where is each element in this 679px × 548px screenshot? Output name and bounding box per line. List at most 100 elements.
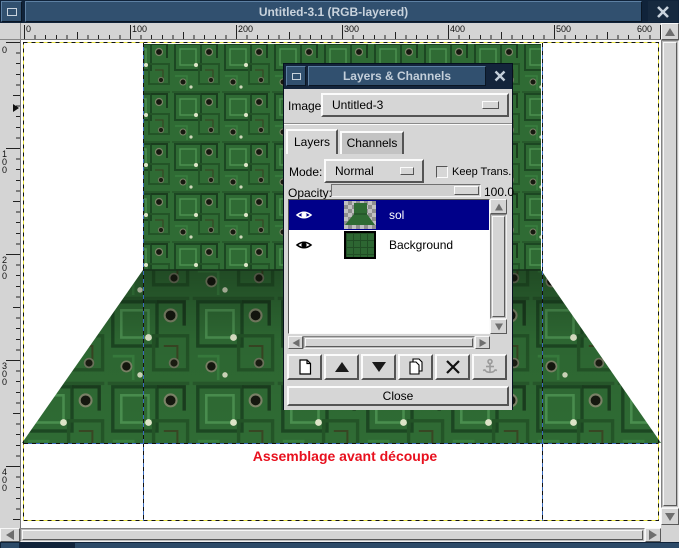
opacity-slider[interactable] (331, 184, 481, 197)
layer-thumbnail (344, 201, 376, 229)
image-option-menu[interactable]: Untitled-3 (321, 93, 509, 117)
hruler-label: 300 (344, 24, 359, 34)
layer-thumbnail-shape (344, 201, 376, 229)
mode-label: Mode: (289, 165, 322, 179)
eye-visible-icon[interactable] (295, 206, 313, 224)
vruler-label: 100 (2, 150, 10, 174)
keep-trans-label: Keep Trans. (452, 166, 511, 178)
background-window-button (1, 543, 19, 548)
mode-option-menu-value: Normal (335, 164, 374, 178)
hruler-label: 500 (556, 24, 571, 34)
new-layer-button[interactable] (287, 354, 322, 380)
background-window-titlebar (75, 543, 679, 548)
layer-name: sol (389, 208, 404, 222)
eye-visible-icon[interactable] (295, 236, 313, 254)
list-scroll-left-button[interactable] (288, 336, 303, 349)
vertical-scrollbar[interactable] (661, 40, 679, 508)
canvas-annotation-text: Assemblage avant découpe (253, 448, 437, 464)
tab-channels[interactable]: Channels (340, 131, 404, 154)
horizontal-scrollbar-thumb[interactable] (22, 530, 643, 540)
window-menu-icon (7, 8, 17, 16)
option-menu-indicator-icon (482, 101, 499, 109)
list-scroll-down-button[interactable] (490, 319, 507, 334)
layers-channels-dialog: Layers & Channels Image: Untitled-3 Laye… (283, 63, 513, 410)
close-icon (656, 5, 670, 19)
list-vscrollbar-thumb[interactable] (492, 216, 505, 317)
dialog-close-button[interactable] (488, 66, 512, 86)
vruler-label: 0 (2, 46, 10, 54)
list-hscrollbar-thumb[interactable] (305, 338, 473, 347)
lower-layer-button[interactable] (361, 354, 396, 380)
arrow-left-icon (292, 339, 299, 347)
arrow-right-icon (649, 530, 657, 540)
layer-list-vscrollbar[interactable] (490, 199, 507, 334)
lower-arrow-icon (372, 362, 386, 372)
list-vscrollbar-trough[interactable] (490, 214, 507, 319)
delete-layer-button[interactable] (435, 354, 470, 380)
close-button[interactable]: Close (287, 386, 509, 406)
dialog-title: Layers & Channels (308, 66, 486, 86)
hscrollbar-right-button[interactable] (645, 528, 661, 542)
hruler-label: 0 (26, 24, 31, 34)
tab-layers-label: Layers (294, 135, 330, 149)
ruler-position-marker-icon (13, 104, 19, 112)
tab-layers[interactable]: Layers (286, 129, 338, 154)
delete-x-icon (445, 359, 461, 375)
dialog-menu-icon (292, 73, 301, 80)
hruler-label: 100 (132, 24, 147, 34)
image-option-menu-value: Untitled-3 (332, 98, 383, 112)
mode-option-menu[interactable]: Normal (324, 159, 424, 183)
layer-list-hscrollbar[interactable] (288, 336, 490, 349)
hruler-label: 600 (637, 24, 652, 34)
new-layer-icon (296, 358, 314, 376)
arrow-down-icon (665, 513, 675, 521)
opacity-label: Opacity: (288, 186, 332, 200)
arrow-down-icon (495, 323, 503, 330)
raise-arrow-icon (335, 362, 349, 372)
layer-name: Background (389, 238, 453, 252)
arrow-right-icon (479, 339, 486, 347)
window-menu-button[interactable] (1, 1, 22, 22)
image-label: Image: (288, 99, 325, 113)
window-close-button[interactable] (648, 1, 678, 22)
vscrollbar-up-button[interactable] (661, 23, 679, 40)
scrollbar-corner (661, 528, 679, 542)
opacity-slider-handle[interactable] (454, 186, 479, 195)
window-title: Untitled-3.1 (RGB-layered) (25, 1, 642, 22)
duplicate-layer-button[interactable] (398, 354, 433, 380)
separator (284, 123, 512, 125)
vruler-label: 300 (2, 362, 10, 386)
hruler-label: 200 (238, 24, 253, 34)
dialog-menu-button[interactable] (286, 66, 306, 86)
opacity-value: 100.0 (484, 185, 514, 199)
dialog-body: Image: Untitled-3 Layers Channels Mode: … (284, 89, 512, 410)
dialog-titlebar[interactable]: Layers & Channels (284, 64, 512, 89)
list-hscrollbar-trough[interactable] (303, 336, 475, 349)
gimp-image-window: Untitled-3.1 (RGB-layered) 0 100 200 300… (0, 0, 679, 548)
duplicate-layer-icon (406, 358, 426, 376)
vertical-scrollbar-thumb[interactable] (663, 42, 677, 506)
background-window-edge (0, 542, 679, 548)
layer-list: sol Background (288, 199, 490, 334)
list-scroll-up-button[interactable] (490, 199, 507, 214)
ruler-corner (0, 23, 21, 40)
list-scroll-right-button[interactable] (475, 336, 490, 349)
layer-row-background[interactable]: Background (289, 230, 490, 260)
vruler-label: 400 (2, 468, 10, 492)
hscrollbar-left-button[interactable] (0, 528, 20, 542)
arrow-up-icon (665, 28, 675, 36)
close-icon (494, 70, 507, 83)
vertical-ruler[interactable]: 0 100 200 300 400 (0, 40, 21, 528)
horizontal-ruler[interactable]: 0 100 200 300 400 500 600 (21, 23, 661, 40)
close-button-label: Close (383, 389, 414, 403)
layer-thumbnail (344, 231, 376, 259)
layer-row-sol[interactable]: sol (289, 200, 490, 230)
anchor-layer-button[interactable] (472, 354, 507, 380)
vruler-label: 200 (2, 256, 10, 280)
raise-layer-button[interactable] (324, 354, 359, 380)
vscrollbar-down-button[interactable] (661, 508, 679, 525)
horizontal-scrollbar[interactable] (20, 528, 645, 542)
arrow-up-icon (495, 203, 503, 210)
anchor-icon (481, 358, 499, 376)
keep-trans-checkbox[interactable] (436, 166, 448, 178)
